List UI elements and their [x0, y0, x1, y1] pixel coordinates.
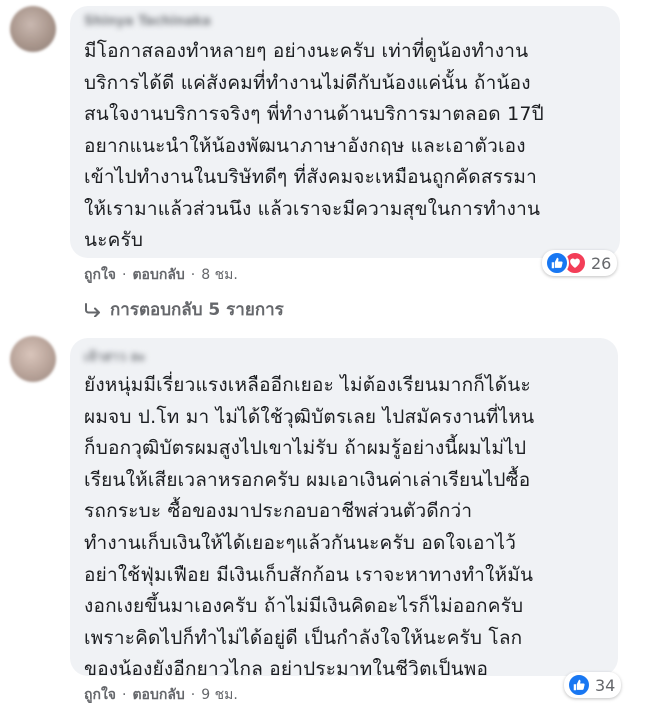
like-icon [545, 251, 569, 275]
comment-bubble: Shinya Tachinaka มีโอกาสลองทำหลายๆ อย่าง… [70, 6, 620, 258]
comment-timestamp[interactable]: 8 ชม. [201, 264, 238, 286]
comment-thread: Shinya Tachinaka มีโอกาสลองทำหลายๆ อย่าง… [0, 0, 670, 704]
separator: · [190, 687, 196, 703]
reaction-count: 34 [595, 675, 616, 695]
comment-author[interactable]: เจ้าสาว ละ [84, 346, 145, 367]
separator: · [122, 687, 127, 703]
view-replies-label: การตอบกลับ 5 รายการ [110, 300, 284, 320]
avatar[interactable] [10, 6, 56, 52]
comment-bubble: เจ้าสาว ละ ยังหนุ่มมีเรี่ยวแรงเหลืออีกเย… [70, 338, 618, 680]
reaction-count: 26 [591, 253, 612, 273]
reply-button[interactable]: ตอบกลับ [132, 684, 184, 704]
avatar[interactable] [10, 336, 56, 382]
separator: · [190, 267, 196, 283]
like-icon [567, 673, 591, 697]
reply-arrow-icon [84, 302, 102, 317]
view-replies-link[interactable]: การตอบกลับ 5 รายการ [84, 296, 284, 323]
reaction-summary[interactable]: 26 [542, 250, 618, 276]
separator: · [122, 267, 127, 283]
comment-timestamp[interactable]: 9 ชม. [201, 684, 238, 704]
reply-button[interactable]: ตอบกลับ [132, 264, 184, 286]
like-button[interactable]: ถูกใจ [84, 264, 116, 286]
comment-text: ยังหนุ่มมีเรี่ยวแรงเหลืออีกเยอะ ไม่ต้องเ… [84, 374, 535, 681]
comment-author[interactable]: Shinya Tachinaka [84, 14, 211, 29]
reaction-summary[interactable]: 34 [564, 672, 622, 698]
like-button[interactable]: ถูกใจ [84, 684, 116, 704]
comment-actions: ถูกใจ · ตอบกลับ · 9 ชม. [84, 684, 238, 704]
comment-actions: ถูกใจ · ตอบกลับ · 8 ชม. [84, 264, 238, 286]
comment-text: มีโอกาสลองทำหลายๆ อย่างนะครับ เท่าที่ดูน… [84, 40, 544, 251]
